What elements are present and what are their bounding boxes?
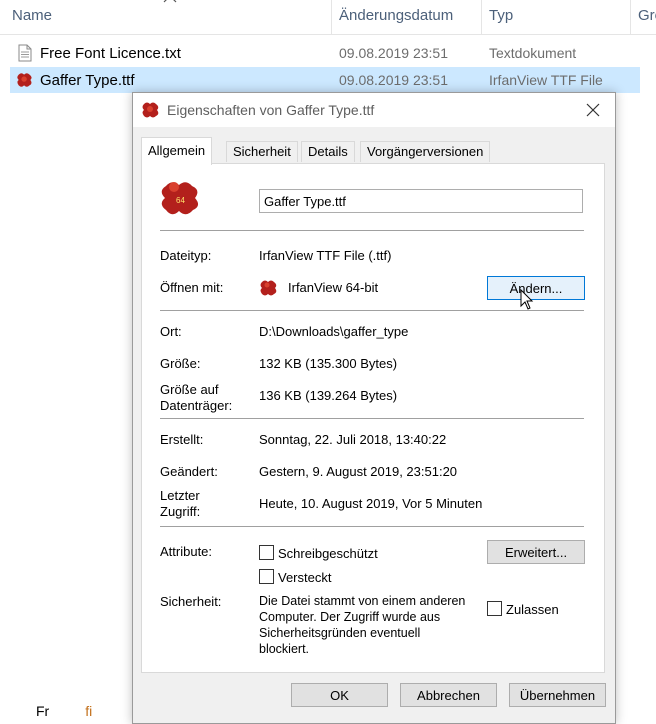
divider: [160, 230, 584, 231]
size-value: 132 KB (135.300 Bytes): [259, 356, 398, 371]
attributes-label: Attribute:: [160, 544, 213, 559]
partial-text-b: fi: [85, 703, 93, 719]
hidden-checkbox[interactable]: [259, 569, 274, 584]
properties-dialog: Eigenschaften von Gaffer Type.ttf Allgem…: [132, 92, 616, 724]
text-file-icon: [18, 44, 32, 62]
security-text-line: Sicherheitsgründen eventuell: [259, 626, 421, 640]
column-header-modified[interactable]: Änderungsdatum: [339, 7, 453, 24]
size-on-disk-label: Größe auf: [160, 382, 219, 397]
modified-value: Gestern, 9. August 2019, 23:51:20: [259, 464, 458, 479]
size-on-disk-label-line2: Datenträger:: [160, 398, 233, 413]
file-type: IrfanView TTF File: [489, 72, 603, 88]
accessed-value: Heute, 10. August 2019, Vor 5 Minuten: [259, 496, 483, 511]
close-button[interactable]: [579, 97, 607, 123]
divider: [160, 418, 584, 419]
dialog-title: Eigenschaften von Gaffer Type.ttf: [167, 102, 375, 118]
file-row[interactable]: Free Font Licence.txt 09.08.2019 23:51 T…: [10, 40, 640, 66]
tab-security[interactable]: Sicherheit: [226, 141, 298, 162]
column-header-name[interactable]: Name: [12, 7, 52, 24]
unblock-checkbox[interactable]: [487, 601, 502, 616]
created-label: Erstellt:: [160, 432, 204, 447]
file-name: Free Font Licence.txt: [40, 45, 181, 62]
dialog-title-bar[interactable]: Eigenschaften von Gaffer Type.ttf: [133, 93, 615, 127]
divider: [160, 526, 584, 527]
irfanview-icon: [260, 280, 277, 296]
column-header-type[interactable]: Typ: [489, 7, 513, 24]
column-separator[interactable]: [630, 0, 631, 34]
general-tab-panel: 64 Dateityp: IrfanView TTF File (.ttf) Ö…: [141, 163, 605, 673]
file-type-icon: 64: [161, 182, 199, 215]
size-on-disk-value: 136 KB (139.264 Bytes): [259, 388, 398, 403]
size-label: Größe:: [160, 356, 201, 371]
irfanview-icon: [17, 73, 32, 87]
open-with-label: Öffnen mit:: [160, 280, 224, 295]
apply-button[interactable]: Übernehmen: [509, 683, 606, 707]
accessed-label-line2: Zugriff:: [160, 504, 201, 519]
column-separator[interactable]: [481, 0, 482, 34]
readonly-label[interactable]: Schreibgeschützt: [278, 546, 378, 561]
location-label: Ort:: [160, 324, 182, 339]
security-label: Sicherheit:: [160, 594, 222, 609]
file-name-field[interactable]: [259, 189, 583, 213]
irfanview-icon: [142, 102, 159, 118]
unblock-label[interactable]: Zulassen: [506, 602, 559, 617]
created-value: Sonntag, 22. Juli 2018, 13:40:22: [259, 432, 447, 447]
open-with-value: IrfanView 64-bit: [288, 280, 379, 295]
column-header-size[interactable]: Grö: [638, 7, 656, 24]
sort-up-icon: [163, 0, 177, 3]
file-date: 09.08.2019 23:51: [339, 45, 448, 61]
accessed-label: Letzter: [160, 488, 200, 503]
file-row-selected[interactable]: Gaffer Type.ttf 09.08.2019 23:51 IrfanVi…: [10, 67, 640, 93]
hidden-label[interactable]: Versteckt: [278, 570, 331, 585]
security-text-line: blockiert.: [259, 642, 310, 656]
column-header-bar: Name Änderungsdatum Typ Grö: [0, 0, 656, 35]
tab-details[interactable]: Details: [301, 141, 355, 162]
file-type: Textdokument: [489, 45, 577, 61]
readonly-checkbox[interactable]: [259, 545, 274, 560]
advanced-button[interactable]: Erweitert...: [487, 540, 585, 564]
change-button[interactable]: Ändern...: [487, 276, 585, 300]
tab-previous-versions[interactable]: Vorgängerversionen: [360, 141, 491, 162]
partial-file-name: Fr fi: [36, 703, 92, 719]
location-value: D:\Downloads\gaffer_type: [259, 324, 409, 339]
file-type-label: Dateityp:: [160, 248, 212, 263]
file-date: 09.08.2019 23:51: [339, 72, 448, 88]
security-text-line: Computer. Der Zugriff wurde aus: [259, 610, 441, 624]
security-text-line: Die Datei stammt von einem anderen: [259, 594, 466, 608]
tab-general[interactable]: Allgemein: [141, 137, 213, 165]
modified-label: Geändert:: [160, 464, 218, 479]
file-type-value: IrfanView TTF File (.ttf): [259, 248, 392, 263]
close-icon: [586, 103, 600, 117]
ok-button[interactable]: OK: [291, 683, 388, 707]
cancel-button[interactable]: Abbrechen: [400, 683, 497, 707]
mouse-cursor-icon: [520, 289, 534, 310]
column-separator[interactable]: [331, 0, 332, 34]
partial-text-a: Fr: [36, 703, 50, 719]
svg-text:64: 64: [176, 196, 185, 205]
file-name: Gaffer Type.ttf: [40, 72, 135, 89]
